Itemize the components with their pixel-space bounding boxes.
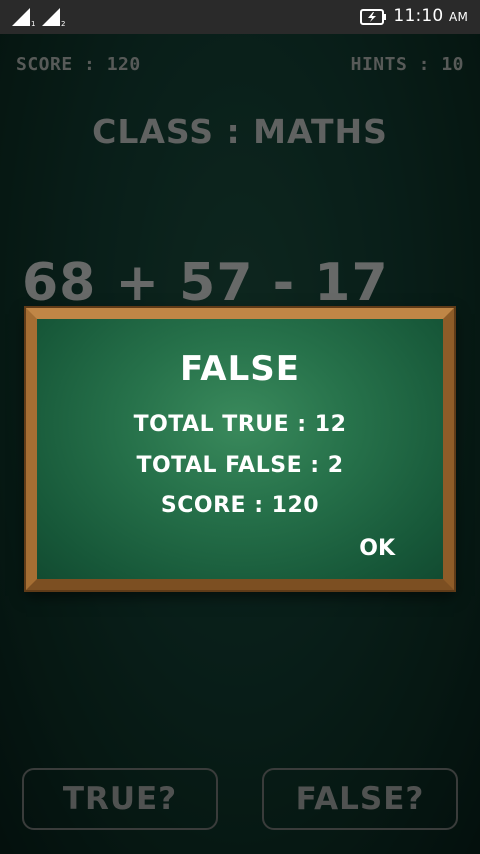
ok-button[interactable]: OK [359, 536, 395, 561]
sim2-label: 2 [61, 20, 65, 26]
total-false-label: TOTAL FALSE : 2 [136, 453, 344, 478]
clock: 11:10 AM [393, 6, 468, 26]
battery-charging-icon [360, 9, 388, 29]
dialog-title: FALSE [179, 349, 300, 389]
total-true-label: TOTAL TRUE : 12 [133, 412, 347, 437]
signal-icon: 2 [42, 8, 66, 30]
signal-icon: 1 [12, 8, 36, 30]
clock-time: 11:10 [393, 6, 444, 26]
dialog-score-label: SCORE : 120 [160, 493, 320, 518]
clock-ampm: AM [449, 10, 468, 24]
sim1-label: 1 [31, 20, 35, 26]
status-bar: 1 2 11:10 AM [0, 0, 480, 34]
result-dialog: FALSE TOTAL TRUE : 12 TOTAL FALSE : 2 SC… [26, 308, 454, 590]
